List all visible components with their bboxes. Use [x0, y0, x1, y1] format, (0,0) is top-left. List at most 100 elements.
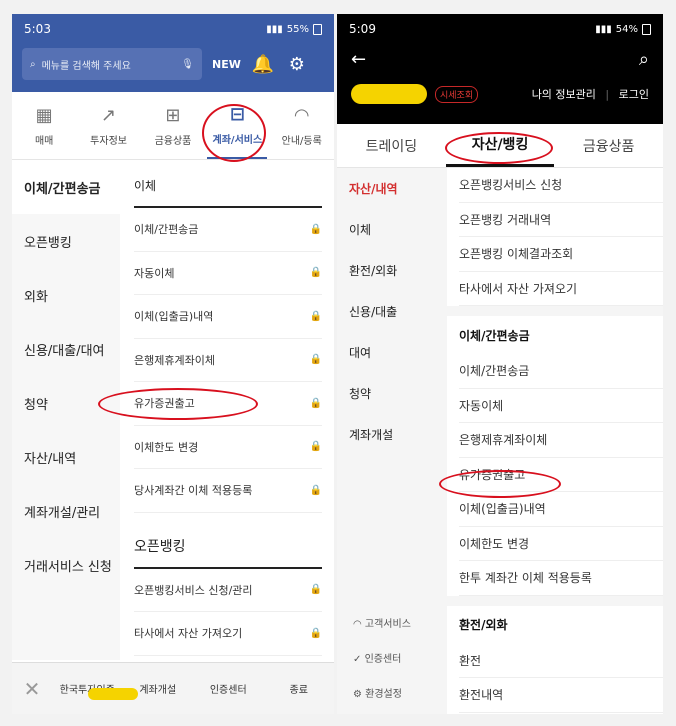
- right-menu-list: 오픈뱅킹서비스 신청 오픈뱅킹 거래내역 오픈뱅킹 이체결과조회 타사에서 자산…: [447, 168, 663, 714]
- search-placeholder: 메뉴를 검색해 주세요: [41, 60, 131, 72]
- tab-label: 투자정보: [90, 135, 127, 147]
- tab-trade[interactable]: ▦ 매매: [14, 92, 74, 159]
- quote-badge[interactable]: 시세조회: [435, 85, 479, 103]
- login-link[interactable]: 로그인: [619, 88, 649, 101]
- menu-item[interactable]: 자동이체: [459, 389, 663, 423]
- close-icon[interactable]: ✕: [12, 677, 52, 701]
- footer-label: 인증센터: [364, 654, 402, 665]
- search-input[interactable]: ⌕ 메뉴를 검색해 주세요 🎙: [22, 48, 202, 80]
- my-info-link[interactable]: 나의 정보관리: [532, 88, 596, 101]
- menu-item[interactable]: 유가증권출고 🔒: [134, 382, 322, 426]
- footer-label: 환경설정: [365, 689, 402, 700]
- menu-item[interactable]: 은행제휴계좌이체: [459, 423, 663, 458]
- mic-icon[interactable]: 🎙: [181, 59, 194, 70]
- sidebar-item[interactable]: 오픈뱅킹: [12, 214, 120, 268]
- menu-item[interactable]: 이체한도 변경 🔒: [134, 426, 322, 469]
- gear-icon[interactable]: ⚙: [285, 52, 309, 76]
- settings-link[interactable]: ⚙ 환경설정: [353, 685, 411, 700]
- tab-invest-info[interactable]: ↗ 투자정보: [79, 92, 139, 159]
- shield-check-icon: ✓: [353, 654, 365, 665]
- battery-level: 54%: [615, 23, 638, 35]
- search-icon: ⌕: [30, 58, 36, 70]
- tab-label: 안내/등록: [281, 135, 322, 147]
- status-time: 5:03: [24, 22, 51, 36]
- menu-item[interactable]: 이체/간편송금: [459, 354, 663, 389]
- right-phone-screen: 5:09 ▮▮▮ 54% ← ⌕ 시세조회 나의 정보관리 | 로그인 트레이딩…: [337, 14, 663, 714]
- sidebar-item[interactable]: 대여: [337, 332, 447, 373]
- bell-icon[interactable]: 🔔: [251, 52, 275, 76]
- section-title: 이체/간편송금: [459, 328, 530, 343]
- category-tabs: ▦ 매매 ↗ 투자정보 ⊞ 금융상품 ⊟ 계좌/서비스 ◠ 안내/등록: [12, 92, 334, 160]
- status-icons: ▮▮▮ 55%: [266, 23, 322, 35]
- trend-icon: ↗: [101, 104, 117, 126]
- signal-icon: ▮▮▮: [266, 23, 283, 35]
- sidebar-item[interactable]: 청약: [337, 373, 447, 414]
- menu-item[interactable]: 오픈뱅킹서비스 신청: [459, 168, 663, 203]
- menu-item[interactable]: 이체(입출금)내역: [459, 492, 663, 527]
- tab-label: 계좌/서비스: [212, 134, 263, 146]
- footer-label: 고객서비스: [364, 619, 411, 630]
- menu-item[interactable]: 이체(입출금)내역 🔒: [134, 295, 322, 339]
- tab-account-service[interactable]: ⊟ 계좌/서비스: [207, 92, 268, 159]
- headset-icon: ◠: [293, 104, 310, 126]
- lock-icon: 🔒: [309, 584, 322, 596]
- tab-guide[interactable]: ◠ 안내/등록: [272, 92, 332, 159]
- menu-item[interactable]: 자동이체 🔒: [134, 252, 322, 295]
- menu-item[interactable]: 이체/간편송금 🔒: [134, 208, 322, 252]
- lock-icon: 🔒: [309, 484, 322, 496]
- menu-item[interactable]: 환전내역: [459, 678, 663, 713]
- sidebar-item[interactable]: 계좌개설: [337, 414, 447, 455]
- lock-icon: 🔒: [309, 441, 322, 453]
- menu-item-label: 자동이체: [134, 266, 175, 280]
- new-button[interactable]: NEW: [212, 58, 241, 71]
- lock-icon: 🔒: [309, 223, 322, 235]
- menu-item[interactable]: 오픈뱅킹 이체결과조회: [459, 237, 663, 272]
- menu-item[interactable]: 환전: [459, 644, 663, 678]
- sidebar-item[interactable]: 신용/대출: [337, 291, 447, 332]
- tab-label: 매매: [34, 135, 54, 147]
- divider: [447, 306, 663, 316]
- menu-item[interactable]: 오픈뱅킹서비스 신청/관리 🔒: [134, 569, 322, 612]
- sidebar-item[interactable]: 청약: [12, 376, 120, 430]
- tab-trading[interactable]: 트레이딩: [337, 124, 446, 167]
- menu-item-label: 이체한도 변경: [134, 440, 199, 454]
- customer-service-link[interactable]: ◠ 고객서비스: [353, 615, 411, 630]
- menu-item[interactable]: 은행제휴계좌이체 🔒: [134, 339, 322, 382]
- footer-item[interactable]: 인증센터: [193, 681, 264, 696]
- menu-item-label: 이체/간편송금: [134, 223, 199, 237]
- tab-products[interactable]: ⊞ 금융상품: [143, 92, 203, 159]
- search-icon[interactable]: ⌕: [639, 49, 649, 70]
- redaction-mark: [88, 688, 138, 700]
- sidebar-item[interactable]: 신용/대출/대여: [12, 322, 120, 376]
- sidebar-item[interactable]: 이체: [337, 209, 447, 250]
- redaction-mark: [351, 84, 427, 104]
- sidebar-item[interactable]: 외화: [12, 268, 120, 322]
- footer-item[interactable]: 종료: [264, 681, 335, 696]
- sidebar-item[interactable]: 계좌개설/관리: [12, 484, 120, 538]
- signal-icon: ▮▮▮: [595, 23, 612, 35]
- screenshot-frame: 5:03 ▮▮▮ 55% ⌕ 메뉴를 검색해 주세요 🎙 NEW 🔔 ⚙ ▦ 매매 …: [0, 0, 676, 726]
- back-arrow-icon[interactable]: ←: [351, 49, 366, 70]
- headset-icon: ◠: [353, 619, 365, 630]
- menu-item[interactable]: 당사계좌간 이체 적용등록 🔒: [134, 469, 322, 513]
- menu-item[interactable]: 유가증권출고: [459, 458, 663, 492]
- sidebar-item[interactable]: 자산/내역: [337, 168, 447, 209]
- menu-item[interactable]: 이체한도 변경: [459, 527, 663, 561]
- menu-item-label: 타사에서 자산 가져오기: [134, 627, 243, 641]
- menu-item[interactable]: 타사에서 자산 가져오기: [459, 272, 663, 306]
- menu-item[interactable]: 한투 계좌간 이체 적용등록: [459, 561, 663, 596]
- sidebar-item[interactable]: 자산/내역: [12, 430, 120, 484]
- cert-center-link[interactable]: ✓ 인증센터: [353, 650, 411, 665]
- account-icon: ⊟: [229, 103, 245, 125]
- menu-item[interactable]: 오픈뱅킹 거래내역: [459, 203, 663, 237]
- sidebar-item[interactable]: 이체/간편송금: [12, 160, 120, 214]
- menu-item[interactable]: 타사에서 자산 가져오기 🔒: [134, 612, 322, 656]
- right-tabs: 트레이딩 자산/뱅킹 금융상품: [337, 124, 663, 168]
- sidebar-item[interactable]: 거래서비스 신청: [12, 538, 120, 592]
- sidebar-item[interactable]: 환전/외화: [337, 250, 447, 291]
- menu-item-label: 당사계좌간 이체 적용등록: [134, 484, 253, 498]
- tab-asset-banking[interactable]: 자산/뱅킹: [445, 124, 555, 167]
- tab-financial-products[interactable]: 금융상품: [554, 124, 663, 167]
- battery-icon: [642, 23, 651, 35]
- lock-icon: 🔒: [309, 267, 322, 279]
